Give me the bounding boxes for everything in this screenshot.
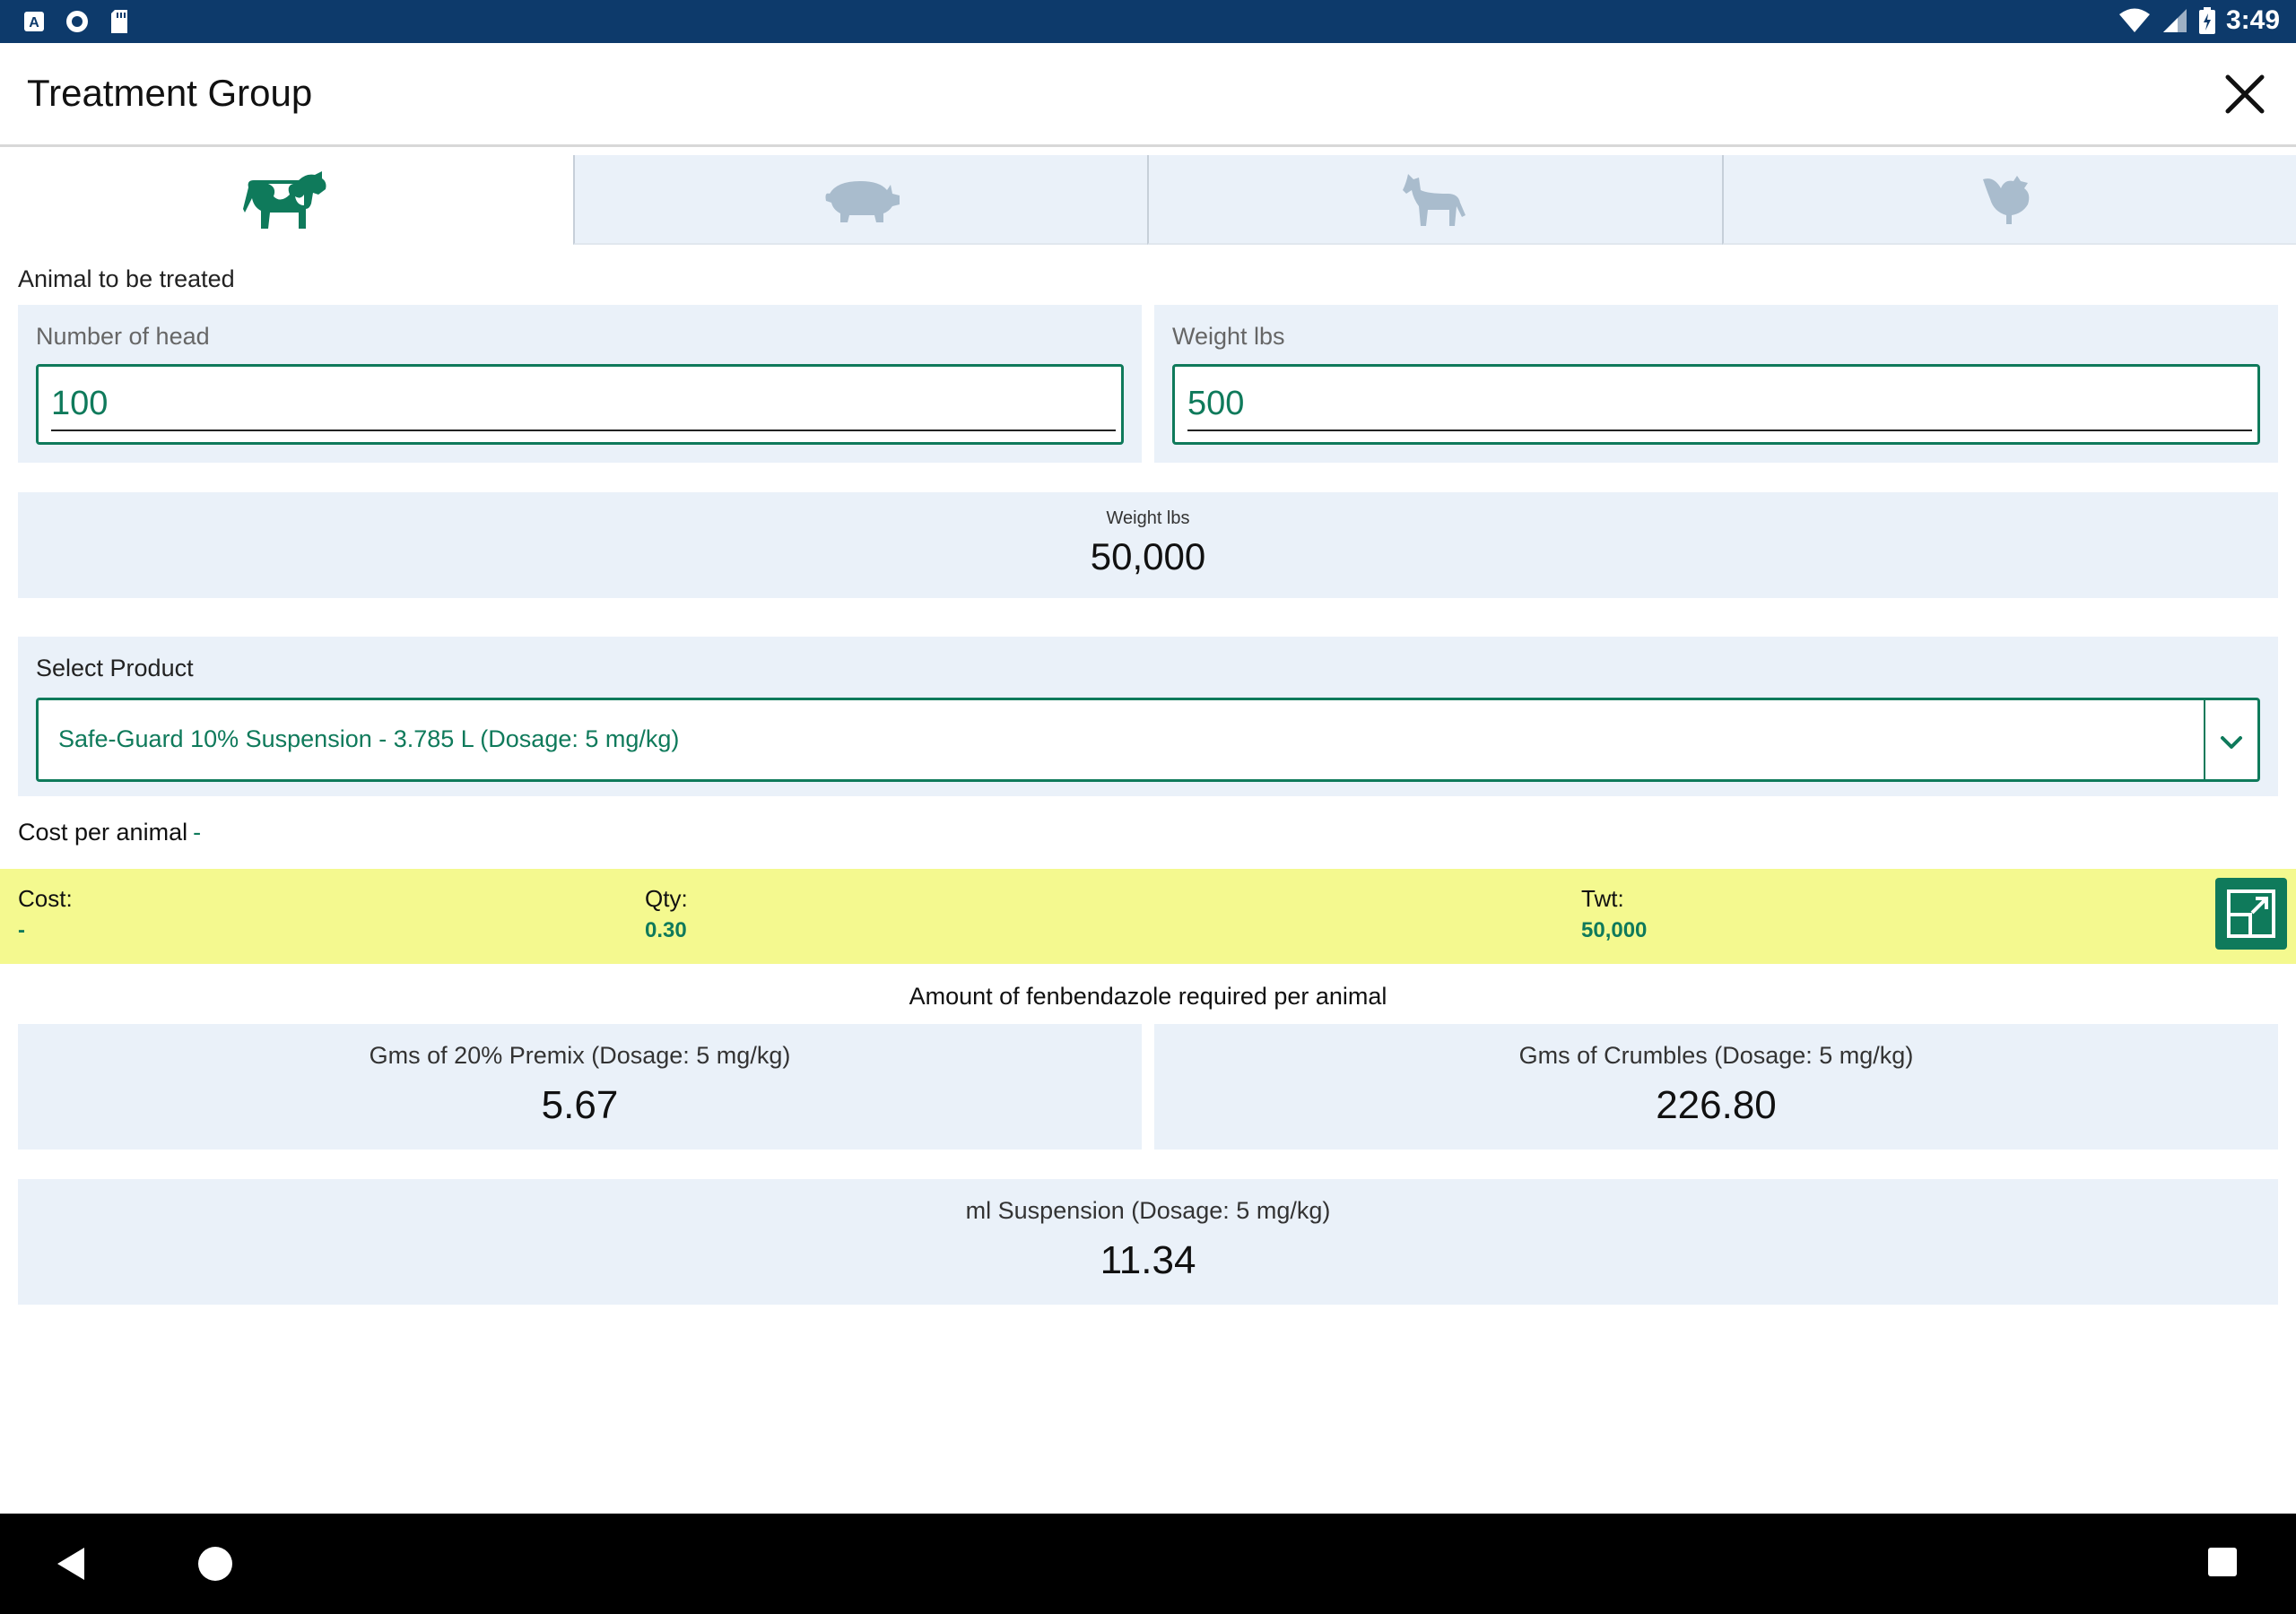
amount-title: Amount of fenbendazole required per anim…: [909, 983, 1387, 1010]
weight-box: [1172, 364, 2260, 445]
suspension-value: 11.34: [1100, 1238, 1196, 1282]
app-bar: Treatment Group: [0, 43, 2296, 147]
chevron-down-icon: [2221, 736, 2242, 749]
number-of-head-label: Number of head: [36, 323, 210, 350]
number-of-head-input[interactable]: [51, 377, 1116, 431]
summary-cost-value: -: [18, 918, 25, 942]
suspension-label: ml Suspension (Dosage: 5 mg/kg): [965, 1197, 1331, 1224]
status-time: 3:49: [2225, 5, 2280, 35]
circle-icon: [66, 11, 88, 32]
summary-twt-value: 50,000: [1581, 918, 1648, 942]
recents-button[interactable]: [2206, 1546, 2239, 1583]
expand-button[interactable]: [2215, 878, 2287, 950]
summary-twt: Twt: 50,000: [1581, 885, 1647, 943]
number-of-head-box: [36, 364, 1124, 445]
animal-section-label: Animal to be treated: [18, 265, 235, 292]
sd-card-icon: [111, 10, 127, 33]
suspension-result-card: ml Suspension (Dosage: 5 mg/kg) 11.34: [18, 1179, 2278, 1305]
cost-per-animal: Cost per animal -: [18, 819, 201, 846]
back-button[interactable]: [54, 1546, 88, 1586]
select-divider: [2204, 700, 2205, 779]
back-icon: [57, 1548, 84, 1580]
number-of-head-card: Number of head: [18, 305, 1142, 463]
svg-text:A: A: [29, 15, 39, 30]
animal-tabs: [0, 155, 2296, 245]
cow-icon: [243, 171, 326, 229]
premix-label: Gms of 20% Premix (Dosage: 5 mg/kg): [369, 1042, 791, 1069]
summary-qty-value: 0.30: [645, 918, 687, 942]
crumbles-result-card: Gms of Crumbles (Dosage: 5 mg/kg) 226.80: [1154, 1024, 2278, 1150]
navigation-bar: [0, 1514, 2296, 1614]
total-weight-card: Weight lbs 50,000: [18, 492, 2278, 598]
tab-cattle[interactable]: [0, 155, 573, 245]
premix-value: 5.67: [541, 1083, 619, 1127]
cost-per-animal-label: Cost per animal: [18, 819, 188, 846]
summary-qty: Qty: 0.30: [645, 885, 688, 943]
tab-swine[interactable]: [572, 155, 1147, 245]
summary-cost: Cost: -: [18, 885, 73, 943]
close-icon: [2225, 74, 2265, 114]
tab-poultry[interactable]: [1721, 155, 2296, 245]
pig-icon: [825, 181, 900, 222]
crumbles-value: 226.80: [1656, 1083, 1777, 1127]
home-icon: [198, 1547, 232, 1581]
tab-equine[interactable]: [1147, 155, 1722, 245]
close-button[interactable]: [2221, 70, 2269, 118]
status-bar: A 3:49: [0, 0, 2296, 43]
status-right-icons: 3:49: [2118, 5, 2280, 36]
a-badge-icon: A: [24, 12, 44, 31]
home-button[interactable]: [197, 1546, 233, 1586]
summary-qty-label: Qty:: [645, 885, 688, 912]
crumbles-label: Gms of Crumbles (Dosage: 5 mg/kg): [1518, 1042, 1914, 1069]
signal-icon: [2162, 9, 2187, 32]
status-left-icons: A: [23, 9, 129, 34]
cost-per-animal-value: -: [193, 819, 202, 846]
select-product-label: Select Product: [36, 655, 194, 681]
product-select[interactable]: Safe-Guard 10% Suspension - 3.785 L (Dos…: [36, 698, 2260, 782]
summary-bar: Cost: - Qty: 0.30 Twt: 50,000: [0, 869, 2296, 964]
horse-icon: [1403, 174, 1466, 226]
total-weight-label: Weight lbs: [1106, 508, 1190, 528]
battery-charging-icon: [2198, 7, 2215, 34]
product-card: Select Product Safe-Guard 10% Suspension…: [18, 637, 2278, 796]
chicken-icon: [1982, 176, 2030, 224]
expand-icon: [2227, 889, 2275, 938]
wifi-icon: [2118, 8, 2150, 32]
recents-icon: [2208, 1548, 2237, 1576]
summary-twt-label: Twt:: [1581, 885, 1624, 912]
weight-label: Weight lbs: [1172, 323, 1285, 350]
weight-input[interactable]: [1187, 377, 2252, 431]
total-weight-value: 50,000: [1090, 535, 1206, 577]
weight-card: Weight lbs: [1154, 305, 2278, 463]
premix-result-card: Gms of 20% Premix (Dosage: 5 mg/kg) 5.67: [18, 1024, 1142, 1150]
page-title: Treatment Group: [27, 72, 313, 114]
summary-cost-label: Cost:: [18, 885, 73, 912]
product-select-value: Safe-Guard 10% Suspension - 3.785 L (Dos…: [58, 725, 680, 752]
